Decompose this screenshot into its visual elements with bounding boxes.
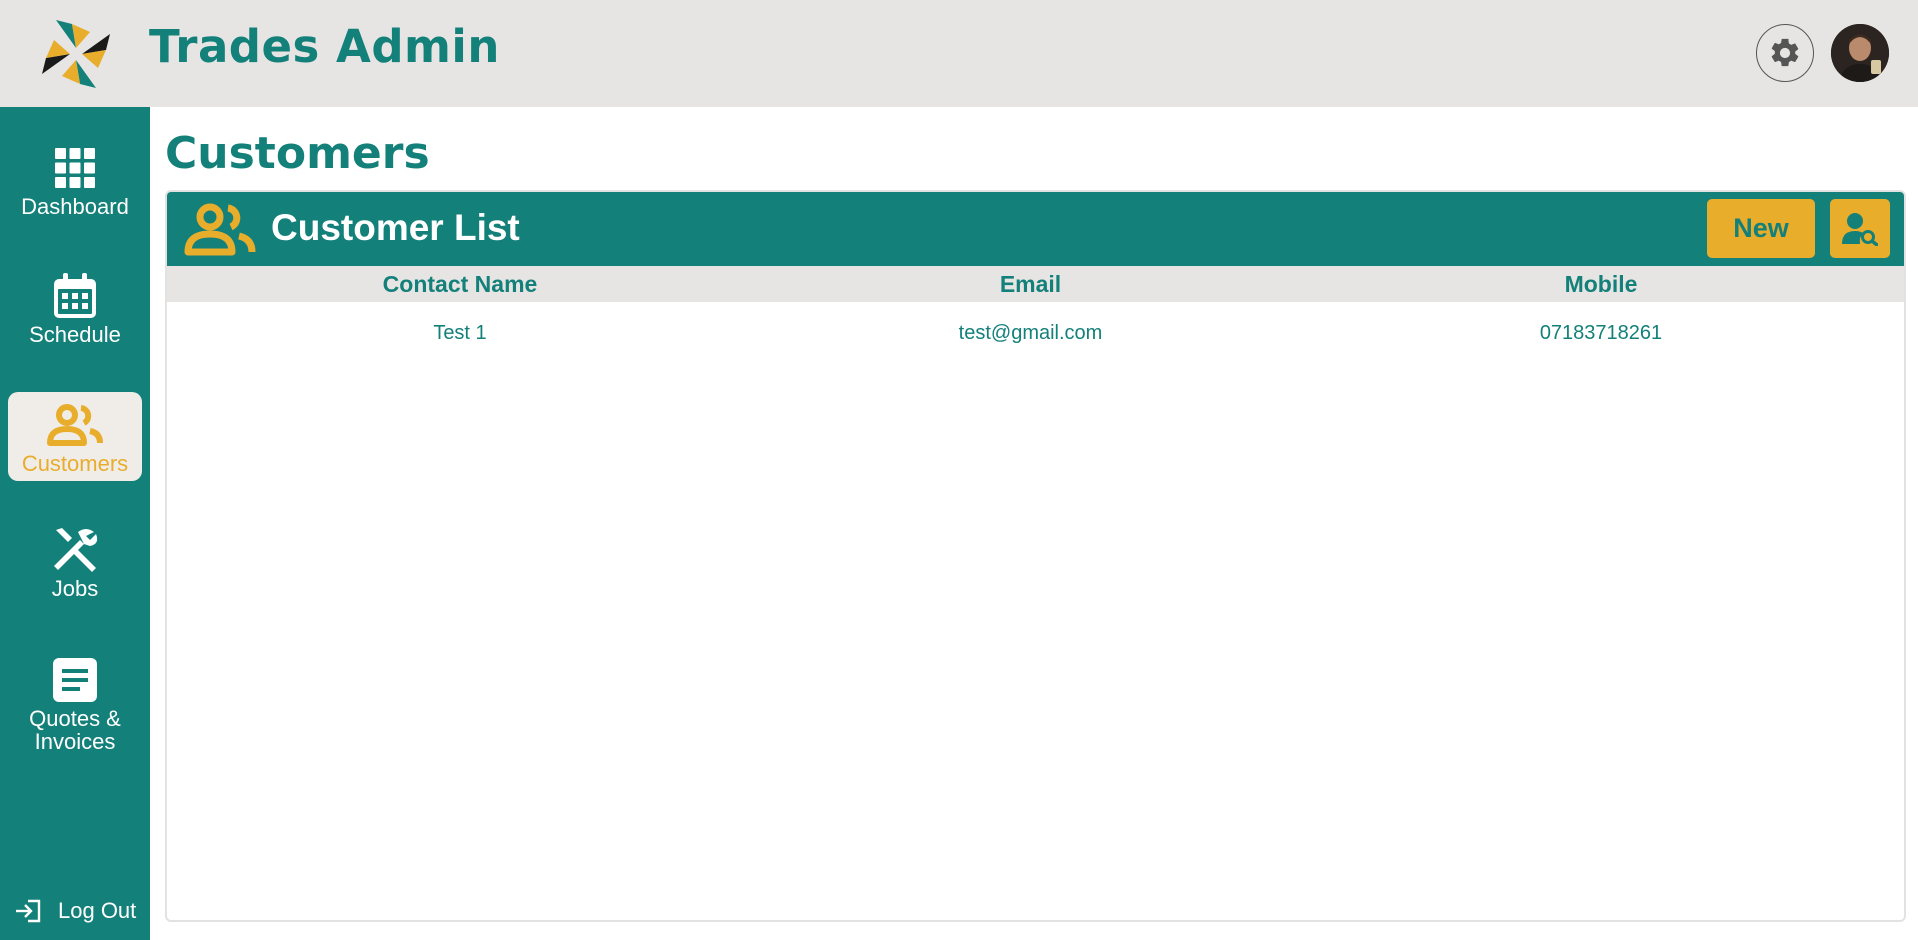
column-header-contact-name[interactable]: Contact Name bbox=[167, 271, 753, 298]
sidebar-item-label: Quotes & Invoices bbox=[29, 706, 121, 754]
users-icon bbox=[46, 402, 104, 448]
users-icon bbox=[183, 200, 257, 263]
sidebar-item-customers[interactable]: Customers bbox=[8, 392, 142, 481]
sidebar-item-label: Dashboard bbox=[21, 194, 129, 219]
app-title: Trades Admin bbox=[149, 20, 500, 73]
settings-button[interactable] bbox=[1756, 24, 1814, 82]
page-title: Customers bbox=[165, 128, 430, 179]
search-customer-button[interactable] bbox=[1830, 199, 1890, 258]
table-row[interactable]: Test 1 test@gmail.com 07183718261 bbox=[167, 302, 1904, 364]
panel-title: Customer List bbox=[271, 207, 520, 248]
customer-list-panel: Customer List New Contact Name Email Mob… bbox=[165, 190, 1906, 922]
logout-icon bbox=[16, 899, 41, 923]
sidebar-item-label: Schedule bbox=[29, 322, 121, 347]
calendar-icon bbox=[52, 273, 98, 319]
top-bar: Trades Admin bbox=[0, 0, 1918, 107]
avatar[interactable] bbox=[1831, 24, 1889, 82]
sidebar-item-schedule[interactable]: Schedule bbox=[8, 263, 142, 359]
new-customer-button[interactable]: New bbox=[1707, 199, 1815, 258]
column-header-email[interactable]: Email bbox=[753, 271, 1308, 298]
column-header-mobile[interactable]: Mobile bbox=[1308, 271, 1894, 298]
table-header: Contact Name Email Mobile bbox=[167, 266, 1904, 302]
app-logo[interactable] bbox=[36, 16, 116, 92]
user-search-icon bbox=[1842, 212, 1878, 246]
gear-icon bbox=[1771, 38, 1799, 67]
cell-contact-name: Test 1 bbox=[433, 321, 487, 344]
sidebar-item-dashboard[interactable]: Dashboard bbox=[8, 135, 142, 231]
sidebar-item-quotes-invoices[interactable]: Quotes & Invoices bbox=[8, 647, 142, 757]
customer-table: Contact Name Email Mobile Test 1 test@gm… bbox=[167, 266, 1904, 364]
grid-icon bbox=[53, 145, 97, 191]
sidebar-item-label: Customers bbox=[21, 451, 129, 476]
sidebar-item-label: Jobs bbox=[51, 576, 99, 601]
cell-mobile: 07183718261 bbox=[1539, 321, 1663, 344]
logout-button[interactable]: Log Out bbox=[14, 898, 136, 924]
sidebar-item-jobs[interactable]: Jobs bbox=[8, 517, 142, 613]
cell-email: test@gmail.com bbox=[958, 321, 1103, 344]
panel-header: Customer List New bbox=[167, 192, 1904, 266]
tools-icon bbox=[50, 527, 100, 573]
document-icon bbox=[51, 657, 99, 703]
sidebar: Dashboard Schedule Customers Jobs Quotes… bbox=[0, 107, 150, 940]
logout-label: Log Out bbox=[58, 898, 137, 923]
